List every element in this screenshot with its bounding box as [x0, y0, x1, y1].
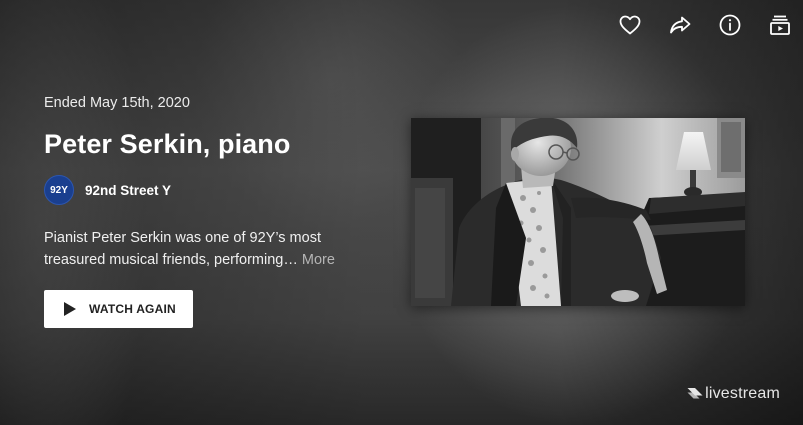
- event-description-text: Pianist Peter Serkin was one of 92Y’s mo…: [44, 230, 321, 268]
- event-status: Ended May 15th, 2020: [44, 95, 190, 111]
- event-title: Peter Serkin, piano: [44, 129, 291, 159]
- more-link[interactable]: More: [302, 252, 335, 268]
- livestream-logo-icon: [687, 388, 703, 399]
- watch-again-button[interactable]: WATCH AGAIN: [44, 290, 193, 328]
- pianist-photo: [411, 118, 745, 306]
- playlist-icon: [770, 15, 790, 35]
- event-page: Ended May 15th, 2020 Peter Serkin, piano…: [0, 0, 803, 425]
- info-icon: [719, 14, 741, 36]
- heart-icon: [619, 15, 641, 35]
- like-button[interactable]: [615, 10, 645, 40]
- top-action-bar: [615, 10, 795, 40]
- organization-logo: 92Y: [44, 175, 74, 205]
- organization-link[interactable]: 92Y 92nd Street Y: [44, 175, 374, 205]
- event-description: Pianist Peter Serkin was one of 92Y’s mo…: [44, 227, 374, 271]
- share-button[interactable]: [665, 10, 695, 40]
- livestream-wordmark: livestream: [705, 385, 780, 402]
- play-icon: [64, 302, 76, 316]
- share-icon: [670, 16, 691, 34]
- event-thumbnail[interactable]: [411, 118, 745, 306]
- info-button[interactable]: [715, 10, 745, 40]
- event-info: Ended May 15th, 2020 Peter Serkin, piano…: [44, 95, 374, 328]
- livestream-brand: livestream: [686, 385, 780, 403]
- playlist-button[interactable]: [765, 10, 795, 40]
- watch-again-label: WATCH AGAIN: [89, 302, 176, 316]
- organization-name: 92nd Street Y: [85, 182, 172, 198]
